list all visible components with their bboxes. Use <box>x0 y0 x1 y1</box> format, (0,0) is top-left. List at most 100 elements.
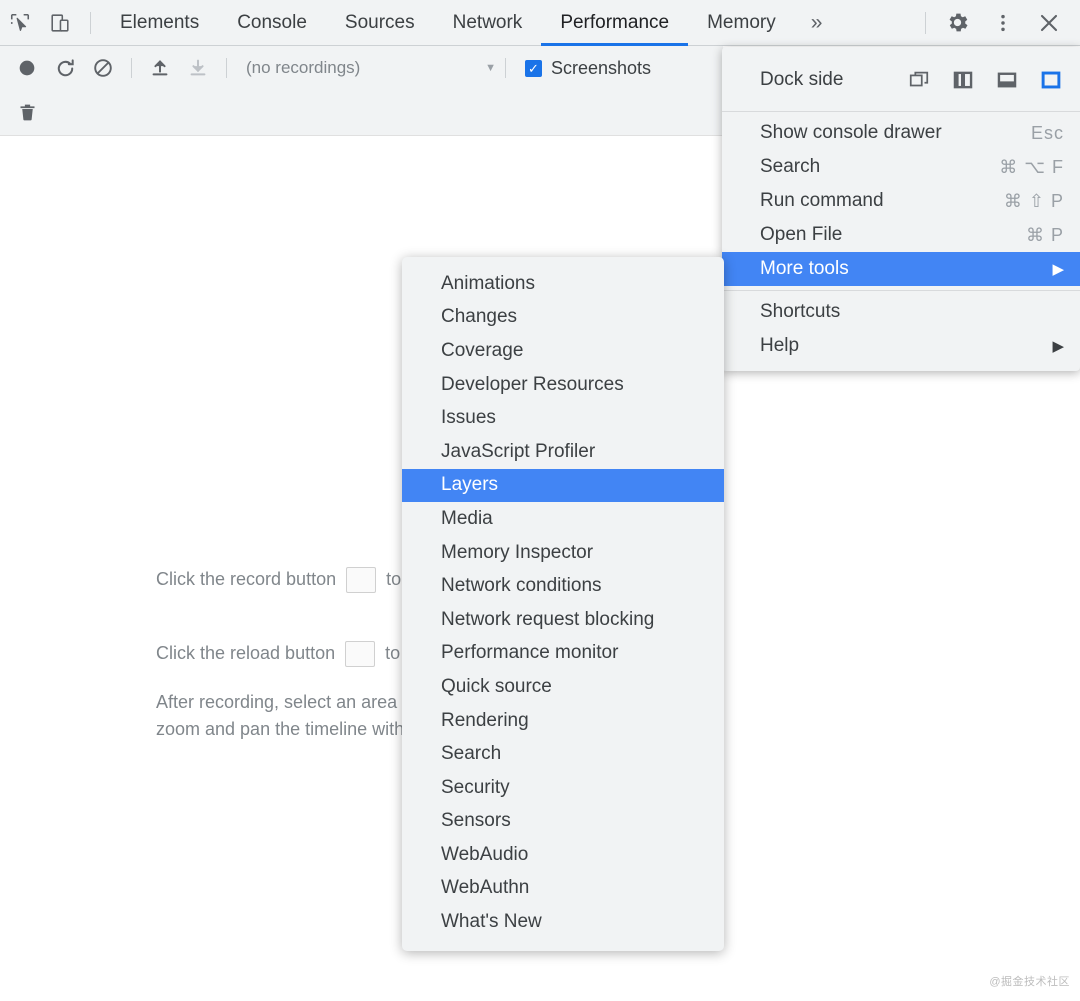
submenu-item-developer-resources[interactable]: Developer Resources <box>402 368 724 402</box>
toolbar-divider-3 <box>505 58 506 78</box>
menu-item-show-console-drawer[interactable]: Show console drawer Esc <box>722 116 1080 150</box>
menu-item-shortcuts[interactable]: Shortcuts <box>722 295 1080 329</box>
submenu-item-media[interactable]: Media <box>402 502 724 536</box>
submenu-item-javascript-profiler[interactable]: JavaScript Profiler <box>402 435 724 469</box>
submenu-item-label: Layers <box>441 474 499 496</box>
dock-to-left-icon[interactable] <box>948 65 978 95</box>
menu-item-label: Shortcuts <box>760 301 841 322</box>
tab-network[interactable]: Network <box>434 0 542 46</box>
toolbar-divider-1 <box>131 58 132 78</box>
tab-label: Memory <box>707 11 776 33</box>
record-circle-icon[interactable] <box>8 49 46 87</box>
submenu-item-label: What's New <box>441 911 542 933</box>
inline-reload-button[interactable] <box>345 641 376 668</box>
screenshots-label: Screenshots <box>551 57 652 78</box>
submenu-item-sensors[interactable]: Sensors <box>402 805 724 839</box>
submenu-item-layers[interactable]: Layers <box>402 468 724 503</box>
hint-record-prefix: Click the record button <box>156 569 337 589</box>
menu-item-label: Help <box>760 335 800 356</box>
submenu-item-issues[interactable]: Issues <box>402 401 724 435</box>
trash-icon[interactable] <box>8 94 46 132</box>
submenu-item-search[interactable]: Search <box>402 737 724 771</box>
submenu-item-memory-inspector[interactable]: Memory Inspector <box>402 536 724 570</box>
checkbox-check-icon: ✓ <box>525 59 542 77</box>
more-tabs-button[interactable]: » <box>795 0 839 46</box>
undock-into-separate-window-icon[interactable] <box>904 65 934 95</box>
submenu-item-label: Animations <box>441 272 535 294</box>
submenu-item-coverage[interactable]: Coverage <box>402 334 724 368</box>
tabbar-right-actions <box>917 0 1080 46</box>
submenu-item-performance-monitor[interactable]: Performance monitor <box>402 637 724 671</box>
device-toolbar-icon[interactable] <box>40 0 80 46</box>
menu-divider-1 <box>722 111 1080 112</box>
dock-to-bottom-icon[interactable] <box>992 65 1022 95</box>
submenu-item-whats-new[interactable]: What's New <box>402 905 724 939</box>
watermark: @掘金技术社区 <box>989 976 1070 988</box>
settings-menu: Dock side Show console drawer Esc Search… <box>722 47 1080 371</box>
menu-item-label: Open File <box>760 224 843 245</box>
upload-profile-icon[interactable] <box>141 49 179 87</box>
submenu-item-label: Performance monitor <box>441 642 619 664</box>
menu-item-label: Run command <box>760 190 884 211</box>
chevron-right-icon: ▶ <box>1052 261 1064 278</box>
menu-item-open-file[interactable]: Open File ⌘ P <box>722 218 1080 252</box>
dock-side-options <box>904 65 1066 95</box>
tab-sources[interactable]: Sources <box>326 0 434 46</box>
submenu-item-animations[interactable]: Animations <box>402 267 724 301</box>
submenu-item-label: Sensors <box>441 810 511 832</box>
tab-label: Performance <box>560 11 670 33</box>
menu-item-label: More tools <box>760 258 849 279</box>
menu-item-label: Search <box>760 156 821 177</box>
devtools-window: Elements Console Sources Network Perform… <box>0 0 1080 1001</box>
inline-record-button[interactable] <box>346 567 377 594</box>
menu-item-search[interactable]: Search ⌘ ⌥ F <box>722 150 1080 184</box>
menu-item-help[interactable]: Help ▶ <box>722 329 1080 363</box>
tab-elements[interactable]: Elements <box>101 0 218 46</box>
performance-toolbar: (no recordings) ▼ ✓ Screenshots <box>0 46 723 90</box>
submenu-item-label: Security <box>441 776 510 798</box>
submenu-item-label: Memory Inspector <box>441 541 594 563</box>
submenu-item-label: Changes <box>441 306 518 328</box>
menu-item-label: Show console drawer <box>760 122 942 143</box>
more-vertical-icon[interactable] <box>980 0 1026 46</box>
submenu-item-network-conditions[interactable]: Network conditions <box>402 569 724 603</box>
submenu-item-label: Search <box>441 743 502 765</box>
submenu-item-label: WebAuthn <box>441 877 530 899</box>
toolbar-divider-2 <box>226 58 227 78</box>
clear-no-entry-icon[interactable] <box>84 49 122 87</box>
menu-item-run-command[interactable]: Run command ⌘ ⇧ P <box>722 184 1080 218</box>
tab-label: Elements <box>120 11 200 33</box>
hint-reload-prefix: Click the reload button <box>156 643 336 663</box>
tab-performance[interactable]: Performance <box>541 0 688 46</box>
submenu-item-quick-source[interactable]: Quick source <box>402 670 724 704</box>
submenu-item-network-request-blocking[interactable]: Network request blocking <box>402 603 724 637</box>
submenu-item-changes[interactable]: Changes <box>402 301 724 335</box>
dock-side-row: Dock side <box>722 53 1080 107</box>
reload-icon[interactable] <box>46 49 84 87</box>
dock-to-right-icon[interactable] <box>1036 65 1066 95</box>
submenu-item-webauthn[interactable]: WebAuthn <box>402 872 724 906</box>
close-icon[interactable] <box>1026 0 1072 46</box>
chevron-right-icon: ▶ <box>1052 338 1064 355</box>
recordings-select[interactable]: (no recordings) ▼ <box>246 53 496 83</box>
submenu-item-label: Media <box>441 507 493 529</box>
menu-item-more-tools[interactable]: More tools ▶ <box>722 252 1080 286</box>
submenu-item-label: WebAudio <box>441 843 529 865</box>
tab-console[interactable]: Console <box>218 0 326 46</box>
screenshots-checkbox[interactable]: ✓ Screenshots <box>525 58 651 79</box>
submenu-item-security[interactable]: Security <box>402 771 724 805</box>
gear-icon[interactable] <box>934 0 980 46</box>
submenu-item-rendering[interactable]: Rendering <box>402 704 724 738</box>
submenu-item-label: Issues <box>441 407 496 429</box>
tab-label: Console <box>237 11 307 33</box>
tab-memory[interactable]: Memory <box>688 0 795 46</box>
menu-item-shortcut: ⌘ ⌥ F <box>999 156 1064 177</box>
submenu-item-label: Quick source <box>441 675 552 697</box>
dock-side-label: Dock side <box>760 69 844 90</box>
submenu-item-webaudio[interactable]: WebAudio <box>402 838 724 872</box>
download-profile-icon[interactable] <box>179 49 217 87</box>
devtools-tabbar: Elements Console Sources Network Perform… <box>0 0 1080 46</box>
menu-item-shortcut: ⌘ P <box>1025 224 1064 245</box>
inspect-cursor-icon[interactable] <box>0 0 40 46</box>
submenu-item-label: JavaScript Profiler <box>441 440 596 462</box>
